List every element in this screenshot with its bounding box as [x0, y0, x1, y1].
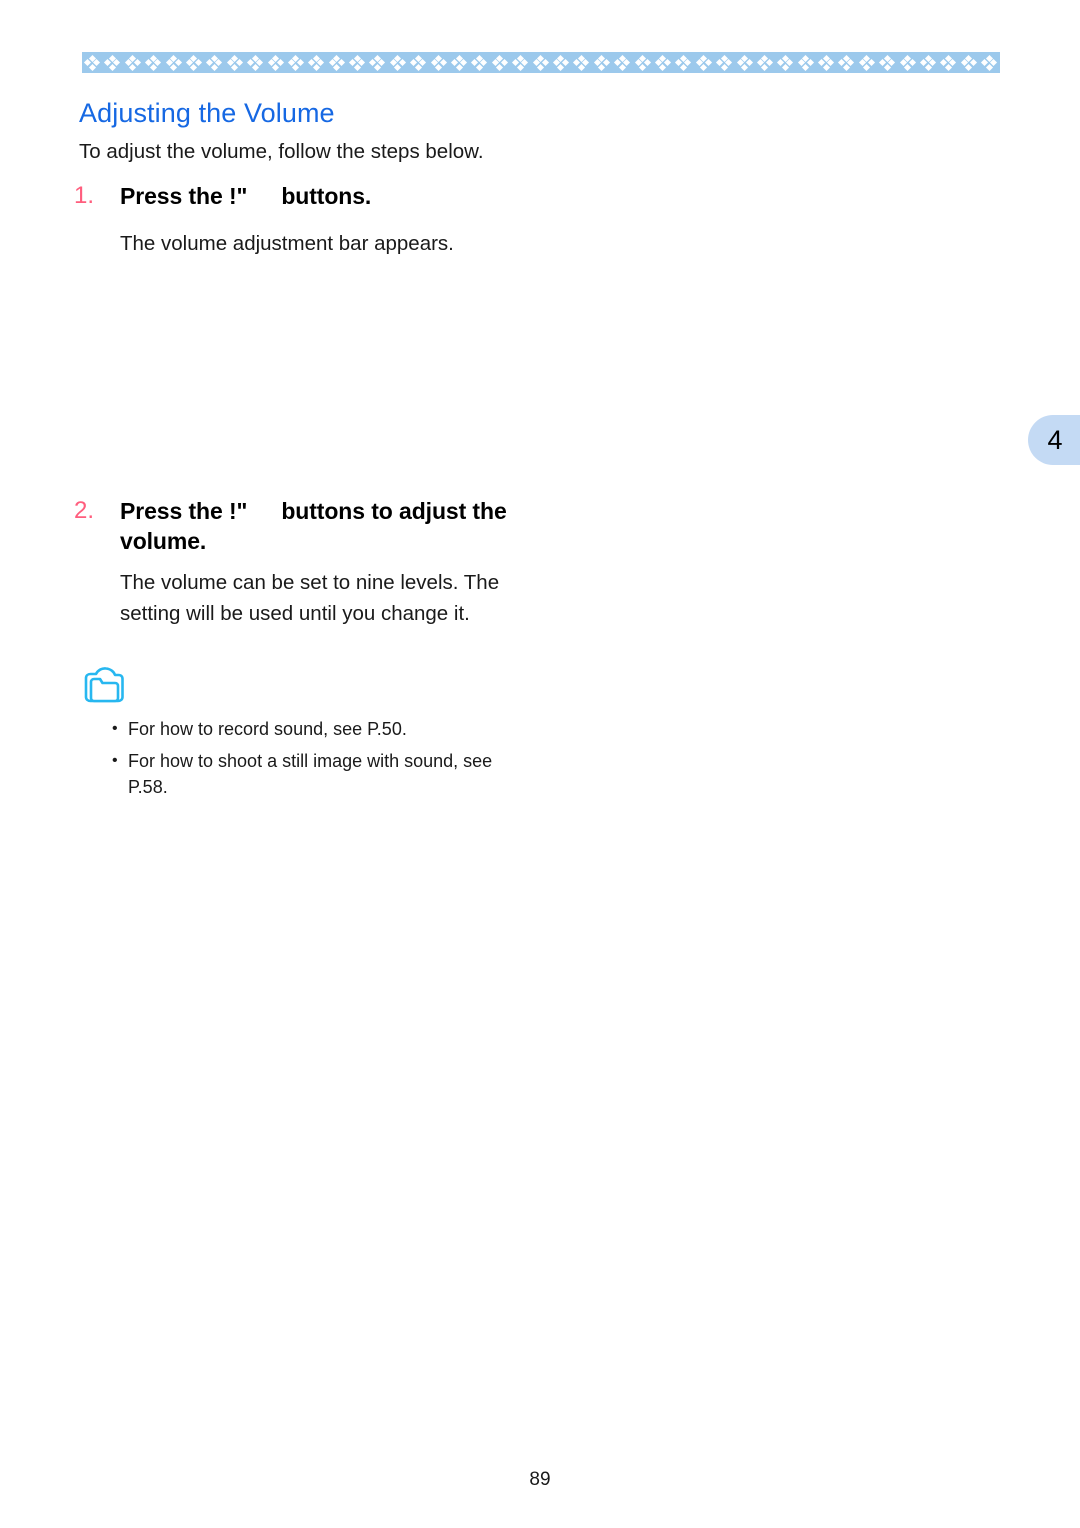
step-heading-suffix: buttons.	[281, 183, 372, 209]
step-heading-prefix: Press the !"	[120, 183, 248, 209]
diamond-motif-icon	[898, 52, 918, 73]
decorative-header-band	[82, 52, 1000, 73]
diamond-motif-icon	[286, 52, 306, 73]
intro-paragraph: To adjust the volume, follow the steps b…	[79, 140, 484, 163]
diamond-motif-icon	[510, 52, 530, 73]
diamond-motif-icon	[877, 52, 897, 73]
diamond-motif-icon	[633, 52, 653, 73]
step-heading: Press the !" buttons.	[120, 181, 371, 211]
diamond-motif-icon	[755, 52, 775, 73]
step-item-1: 1. Press the !" buttons.	[74, 181, 371, 211]
document-page: Adjusting the Volume To adjust the volum…	[0, 0, 1080, 1528]
diamond-motif-icon	[735, 52, 755, 73]
diamond-motif-icon	[82, 52, 102, 73]
diamond-motif-icon	[143, 52, 163, 73]
page-title: Adjusting the Volume	[79, 98, 335, 128]
step-number: 1.	[74, 182, 95, 209]
diamond-motif-icon	[714, 52, 734, 73]
diamond-motif-icon	[123, 52, 143, 73]
diamond-motif-icon	[816, 52, 836, 73]
page-number: 89	[529, 1469, 551, 1490]
diamond-motif-icon	[306, 52, 326, 73]
step-item-2: 2. Press the !" buttons to adjust the vol…	[74, 496, 550, 556]
step-number: 2.	[74, 497, 95, 524]
diamond-motif-icon	[429, 52, 449, 73]
band-motif-row	[82, 52, 1000, 73]
diamond-motif-icon	[164, 52, 184, 73]
diamond-motif-icon	[408, 52, 428, 73]
diamond-motif-icon	[367, 52, 387, 73]
diamond-motif-icon	[531, 52, 551, 73]
diamond-motif-icon	[327, 52, 347, 73]
diamond-motif-icon	[490, 52, 510, 73]
diamond-motif-icon	[571, 52, 591, 73]
chapter-number: 4	[1047, 424, 1063, 455]
diamond-motif-icon	[836, 52, 856, 73]
note-text: For how to shoot a still image with soun…	[128, 751, 493, 797]
diamond-motif-icon	[184, 52, 204, 73]
diamond-motif-icon	[775, 52, 795, 73]
note-text: For how to record sound, see P.50.	[128, 719, 407, 739]
step-heading: Press the !" buttons to adjust the volume…	[120, 496, 550, 556]
bullet-icon: •	[112, 720, 118, 737]
diamond-motif-icon	[449, 52, 469, 73]
diamond-motif-icon	[796, 52, 816, 73]
diamond-motif-icon	[959, 52, 979, 73]
step-body-2: The volume can be set to nine levels. Th…	[120, 571, 500, 625]
diamond-motif-icon	[592, 52, 612, 73]
list-item: • For how to shoot a still image with so…	[112, 748, 532, 800]
diamond-motif-icon	[204, 52, 224, 73]
diamond-motif-icon	[918, 52, 938, 73]
note-list: • For how to record sound, see P.50. • F…	[112, 716, 532, 806]
diamond-motif-icon	[225, 52, 245, 73]
diamond-motif-icon	[469, 52, 489, 73]
chapter-tab-marker: 4	[1028, 415, 1080, 465]
step-body-1: The volume adjustment bar appears.	[120, 232, 454, 255]
diamond-motif-icon	[694, 52, 714, 73]
diamond-motif-icon	[612, 52, 632, 73]
diamond-motif-icon	[857, 52, 877, 73]
diamond-motif-icon	[245, 52, 265, 73]
diamond-motif-icon	[388, 52, 408, 73]
list-item: • For how to record sound, see P.50.	[112, 716, 532, 742]
diamond-motif-icon	[347, 52, 367, 73]
diamond-motif-icon	[266, 52, 286, 73]
step-heading-prefix: Press the !"	[120, 498, 248, 524]
diamond-motif-icon	[102, 52, 122, 73]
note-memo-icon	[82, 666, 126, 706]
diamond-motif-icon	[653, 52, 673, 73]
diamond-motif-icon	[673, 52, 693, 73]
diamond-motif-icon	[938, 52, 958, 73]
diamond-motif-icon	[551, 52, 571, 73]
bullet-icon: •	[112, 752, 118, 769]
diamond-motif-icon	[979, 52, 999, 73]
